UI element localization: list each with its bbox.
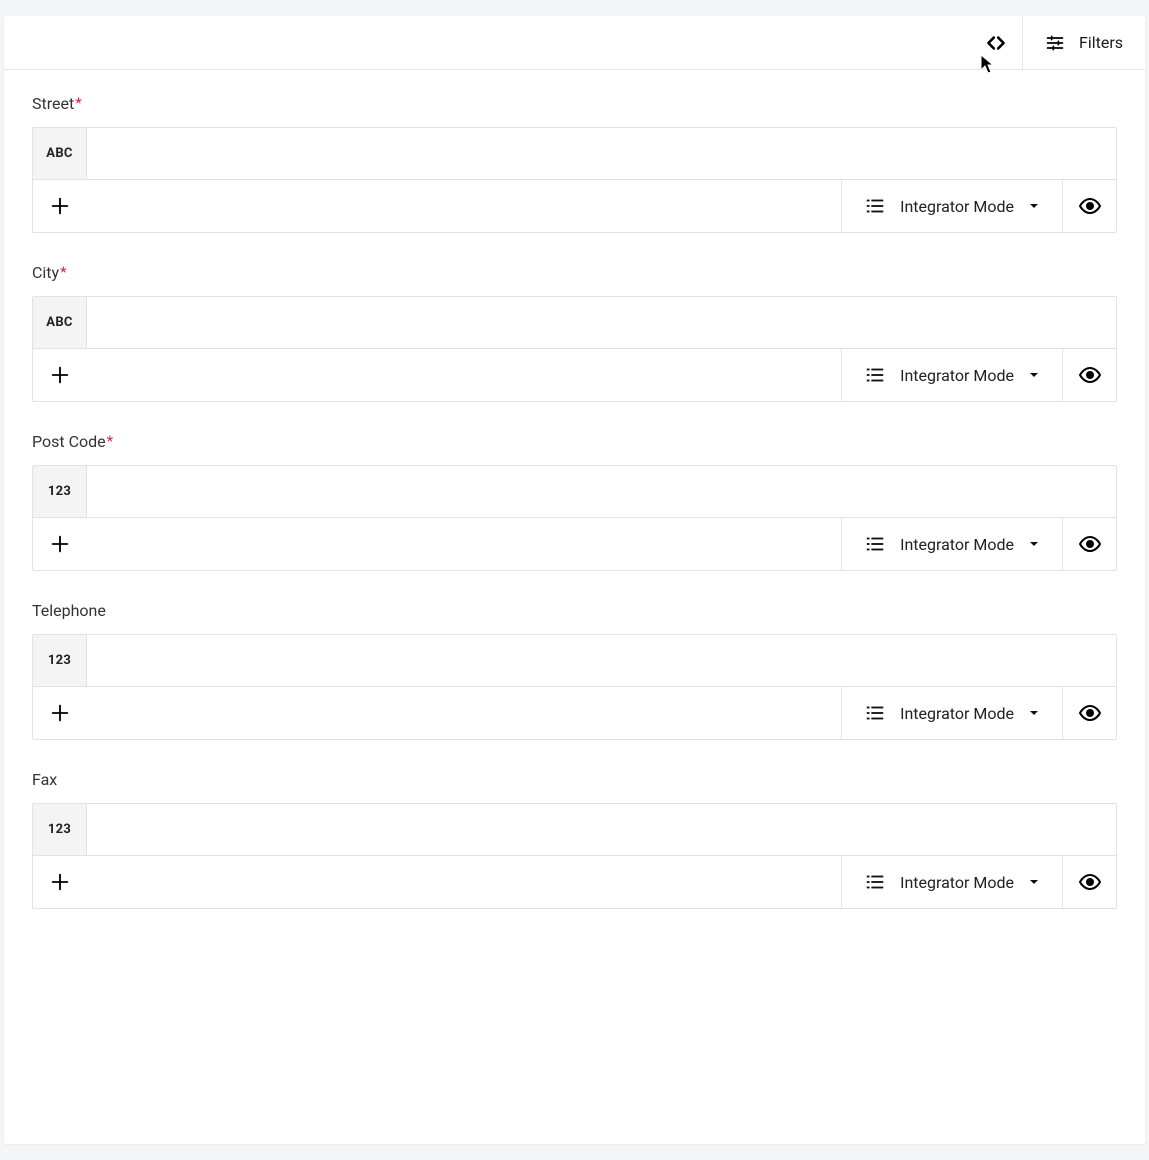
- list-icon: [864, 702, 886, 724]
- chevron-down-icon: [1028, 707, 1040, 719]
- field-label: Telephone: [32, 601, 1117, 620]
- field-input-row: ABC: [33, 128, 1116, 180]
- type-tag: 123: [33, 804, 87, 855]
- toolbar-spacer: [87, 349, 841, 401]
- list-icon: [864, 364, 886, 386]
- plus-icon: [49, 871, 71, 893]
- field-toolbar: Integrator Mode: [33, 518, 1116, 570]
- toolbar-spacer: [87, 518, 841, 570]
- field-box: ABC Integrator Mode: [32, 296, 1117, 402]
- list-icon: [864, 533, 886, 555]
- plus-icon: [49, 364, 71, 386]
- field-toolbar: Integrator Mode: [33, 856, 1116, 908]
- filters-button[interactable]: Filters: [1023, 16, 1145, 69]
- field-label: Post Code*: [32, 432, 1117, 451]
- mode-label: Integrator Mode: [900, 197, 1014, 216]
- toolbar-spacer: [87, 856, 841, 908]
- mode-label: Integrator Mode: [900, 366, 1014, 385]
- field-input[interactable]: [87, 635, 1116, 686]
- add-button[interactable]: [33, 856, 87, 908]
- mode-label: Integrator Mode: [900, 535, 1014, 554]
- mode-dropdown[interactable]: Integrator Mode: [841, 518, 1062, 570]
- add-button[interactable]: [33, 349, 87, 401]
- type-tag: ABC: [33, 297, 87, 348]
- visibility-button[interactable]: [1062, 518, 1116, 570]
- visibility-button[interactable]: [1062, 856, 1116, 908]
- field-group: City* ABC Integrator Mode: [32, 263, 1117, 402]
- required-marker: *: [75, 94, 81, 112]
- mode-label: Integrator Mode: [900, 704, 1014, 723]
- eye-icon: [1078, 532, 1102, 556]
- field-toolbar: Integrator Mode: [33, 687, 1116, 739]
- field-label: Fax: [32, 770, 1117, 789]
- required-marker: *: [60, 263, 66, 281]
- plus-icon: [49, 702, 71, 724]
- add-button[interactable]: [33, 518, 87, 570]
- field-label-text: City: [32, 263, 59, 282]
- plus-icon: [49, 195, 71, 217]
- topbar: Filters: [4, 16, 1145, 70]
- field-group: Street* ABC Integrator Mode: [32, 94, 1117, 233]
- field-box: 123 Integrator Mode: [32, 803, 1117, 909]
- plus-icon: [49, 533, 71, 555]
- field-input[interactable]: [87, 128, 1116, 179]
- field-label-text: Telephone: [32, 601, 106, 620]
- field-group: Telephone 123 Integrator Mode: [32, 601, 1117, 740]
- eye-icon: [1078, 701, 1102, 725]
- filters-label: Filters: [1079, 33, 1123, 52]
- mode-dropdown[interactable]: Integrator Mode: [841, 349, 1062, 401]
- field-label: City*: [32, 263, 1117, 282]
- field-label-text: Fax: [32, 770, 57, 789]
- visibility-button[interactable]: [1062, 180, 1116, 232]
- toolbar-spacer: [87, 180, 841, 232]
- field-box: ABC Integrator Mode: [32, 127, 1117, 233]
- field-label: Street*: [32, 94, 1117, 113]
- field-input[interactable]: [87, 466, 1116, 517]
- field-input-row: ABC: [33, 297, 1116, 349]
- mode-dropdown[interactable]: Integrator Mode: [841, 687, 1062, 739]
- list-icon: [864, 871, 886, 893]
- field-toolbar: Integrator Mode: [33, 180, 1116, 232]
- mode-dropdown[interactable]: Integrator Mode: [841, 180, 1062, 232]
- field-label-text: Street: [32, 94, 74, 113]
- add-button[interactable]: [33, 687, 87, 739]
- field-box: 123 Integrator Mode: [32, 634, 1117, 740]
- sliders-icon: [1045, 33, 1065, 53]
- content-area: Street* ABC Integrator Mode City*: [4, 70, 1145, 963]
- chevron-down-icon: [1028, 369, 1040, 381]
- mode-dropdown[interactable]: Integrator Mode: [841, 856, 1062, 908]
- field-input[interactable]: [87, 297, 1116, 348]
- field-box: 123 Integrator Mode: [32, 465, 1117, 571]
- toolbar-spacer: [87, 687, 841, 739]
- chevron-down-icon: [1028, 538, 1040, 550]
- visibility-button[interactable]: [1062, 349, 1116, 401]
- type-tag: 123: [33, 466, 87, 517]
- field-group: Post Code* 123 Integrator Mode: [32, 432, 1117, 571]
- required-marker: *: [107, 432, 113, 450]
- field-input-row: 123: [33, 804, 1116, 856]
- field-input-row: 123: [33, 635, 1116, 687]
- field-group: Fax 123 Integrator Mode: [32, 770, 1117, 909]
- field-toolbar: Integrator Mode: [33, 349, 1116, 401]
- eye-icon: [1078, 870, 1102, 894]
- visibility-button[interactable]: [1062, 687, 1116, 739]
- type-tag: ABC: [33, 128, 87, 179]
- mode-label: Integrator Mode: [900, 873, 1014, 892]
- eye-icon: [1078, 194, 1102, 218]
- chevron-down-icon: [1028, 200, 1040, 212]
- main-panel: Filters Street* ABC Integrator Mode: [4, 16, 1145, 1144]
- field-input-row: 123: [33, 466, 1116, 518]
- type-tag: 123: [33, 635, 87, 686]
- field-input[interactable]: [87, 804, 1116, 855]
- eye-icon: [1078, 363, 1102, 387]
- code-icon: [983, 30, 1009, 56]
- code-toggle-button[interactable]: [971, 16, 1023, 69]
- chevron-down-icon: [1028, 876, 1040, 888]
- field-label-text: Post Code: [32, 432, 106, 451]
- list-icon: [864, 195, 886, 217]
- add-button[interactable]: [33, 180, 87, 232]
